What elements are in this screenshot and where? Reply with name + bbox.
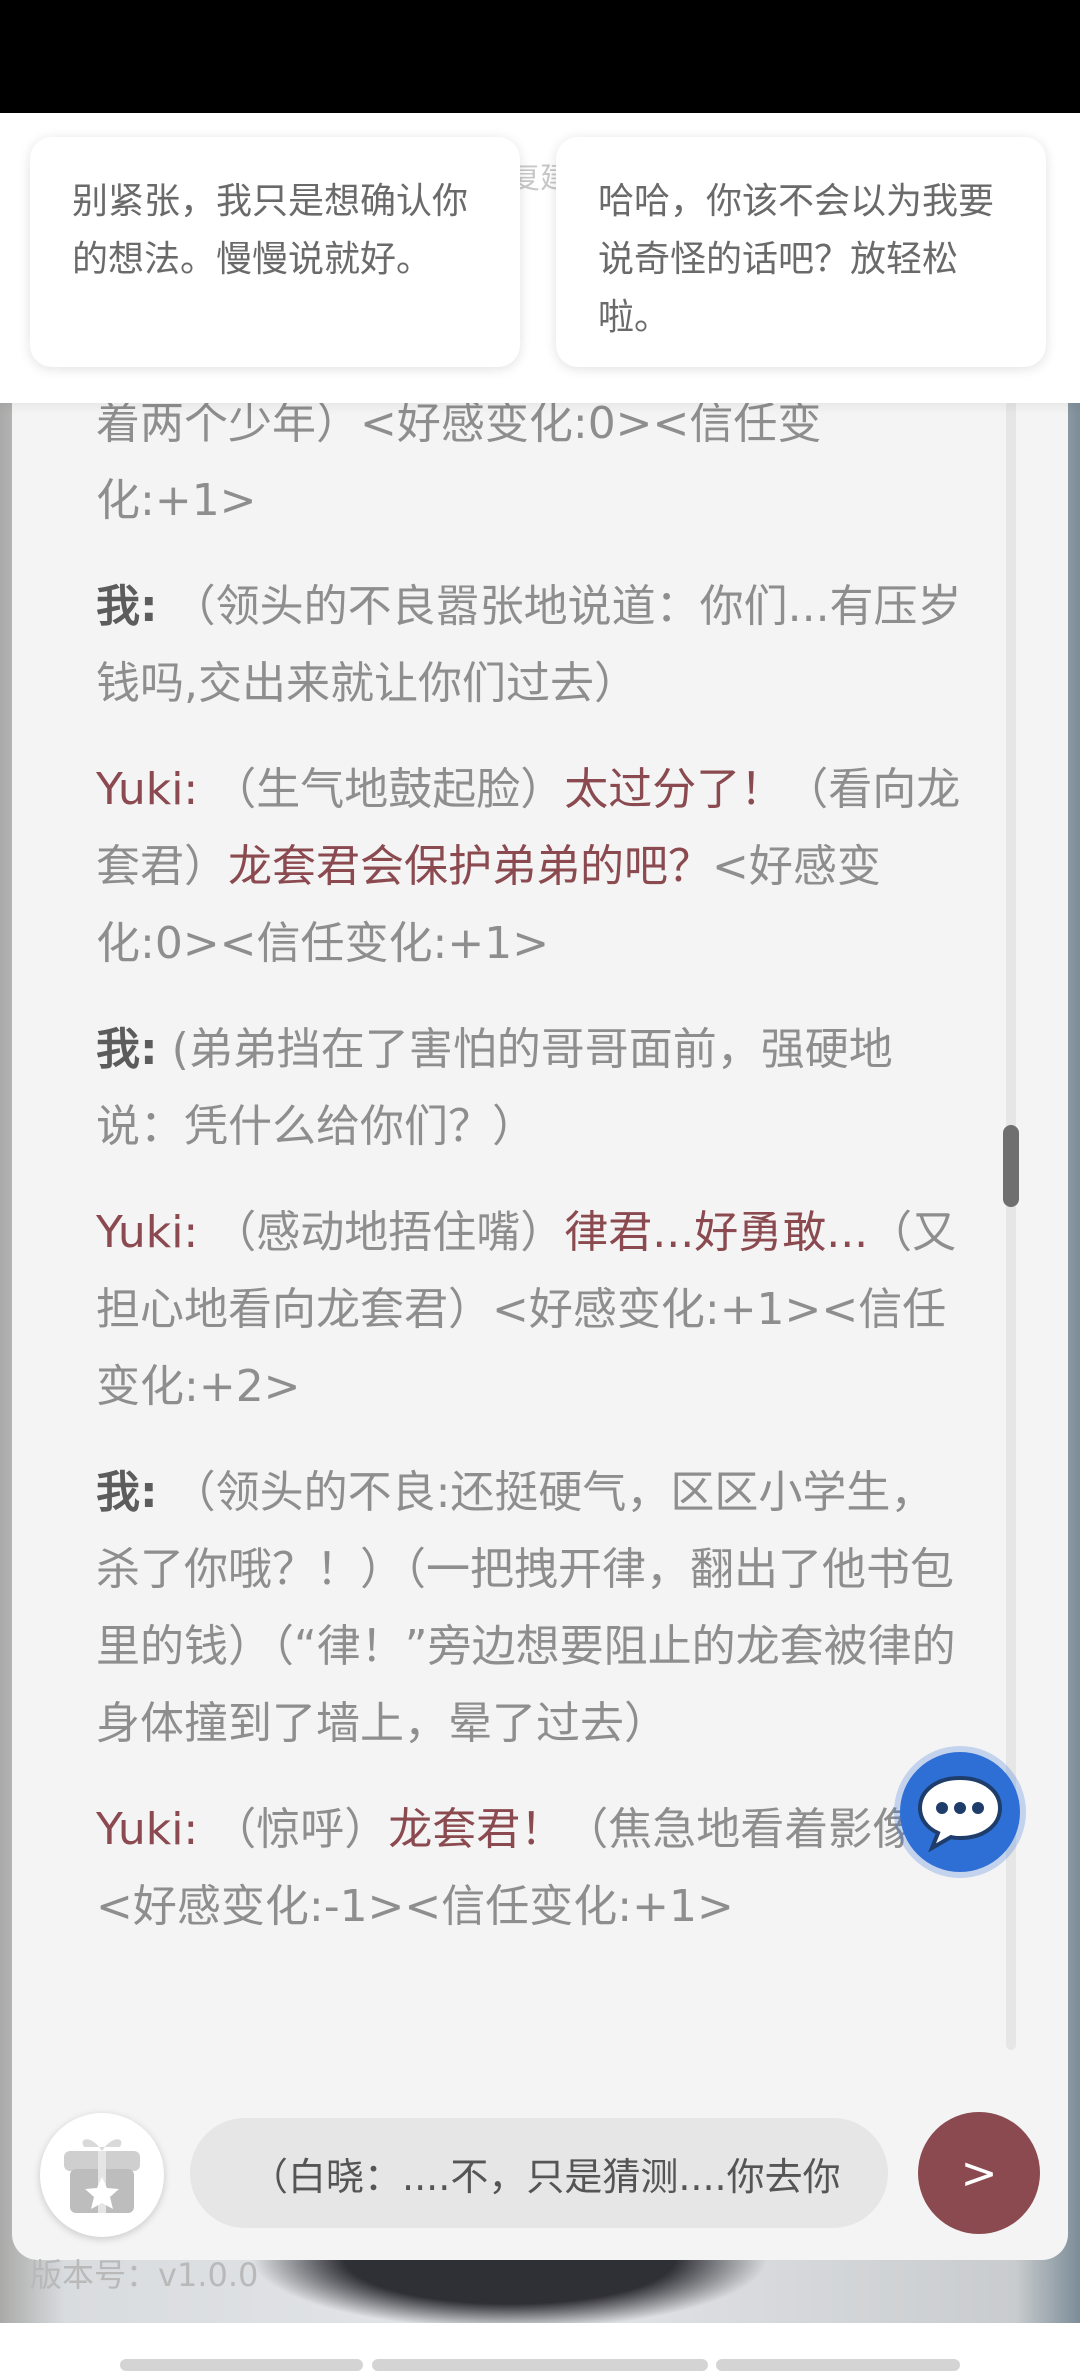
status-bar <box>0 0 1080 113</box>
suggestion-card[interactable]: 哈哈，你该不会以为我要说奇怪的话吧？放轻松啦。 <box>556 137 1046 367</box>
nav-segment <box>372 2359 708 2371</box>
speaker-label: 我: <box>96 1024 158 1075</box>
speaker-label: Yuki: <box>96 764 199 815</box>
chat-message: 我: （领头的不良:还挺硬气，区区小学生，杀了你哦？！）（一把拽开律，翻出了他书… <box>96 1454 966 1762</box>
message-input[interactable] <box>250 2151 848 2195</box>
speech-text: 太过分了！ <box>564 764 785 815</box>
send-button[interactable]: > <box>918 2112 1040 2234</box>
action-text: （生气地鼓起脸） <box>198 764 565 815</box>
chat-message: 我: （领头的不良嚣张地说道：你们...有压岁钱吗,交出来就让你们过去） <box>96 568 966 722</box>
gift-button[interactable] <box>40 2113 164 2237</box>
nav-segment <box>120 2359 363 2371</box>
chat-bubble-button[interactable] <box>900 1752 1020 1872</box>
message-text: 着两个少年）<好感变化:0><信任变化:+1> <box>96 398 822 526</box>
chat-message: Yuki: （生气地鼓起脸）太过分了！（看向龙套君）龙套君会保护弟弟的吧？<好感… <box>96 751 966 982</box>
message-input-container[interactable] <box>190 2118 888 2228</box>
nav-segment <box>716 2359 960 2371</box>
chat-message: 着两个少年）<好感变化:0><信任变化:+1> <box>96 385 966 539</box>
chat-message: Yuki: （惊呼）龙套君！（焦急地看着影像）<好感变化:-1><信任变化:+1… <box>96 1791 966 1945</box>
gift-icon <box>64 2139 140 2213</box>
action-text: （惊呼） <box>198 1804 389 1855</box>
speech-text: 龙套君会保护弟弟的吧？ <box>228 841 712 892</box>
navigation-bar <box>0 2323 1080 2376</box>
chat-message: Yuki: （感动地捂住嘴）律君...好勇敢...（又担心地看向龙套君）<好感变… <box>96 1194 966 1425</box>
suggestion-bar: 回复建议 别紧张，我只是想确认你的想法。慢慢说就好。 哈哈，你该不会以为我要说奇… <box>0 113 1080 403</box>
message-text: （领头的不良:还挺硬气，区区小学生，杀了你哦？！）（一把拽开律，翻出了他书包里的… <box>96 1467 956 1749</box>
message-text: (弟弟挡在了害怕的哥哥面前，强硬地说：凭什么给你们？） <box>96 1024 893 1152</box>
message-text: （领头的不良嚣张地说道：你们...有压岁钱吗,交出来就让你们过去） <box>96 581 962 709</box>
speech-text: 律君...好勇敢... <box>564 1207 869 1258</box>
speech-text: 龙套君！ <box>388 1804 565 1855</box>
chat-bubble-icon <box>917 1775 1003 1852</box>
speaker-label: Yuki: <box>96 1207 199 1258</box>
scrollbar-thumb[interactable] <box>1003 1125 1019 1207</box>
chat-log: 着两个少年）<好感变化:0><信任变化:+1> 我: （领头的不良嚣张地说道：你… <box>96 385 966 1974</box>
chat-message: 我: (弟弟挡在了害怕的哥哥面前，强硬地说：凭什么给你们？） <box>96 1011 966 1165</box>
version-label: 版本号：v1.0.0 <box>30 2256 259 2294</box>
speaker-label: Yuki: <box>96 1804 199 1855</box>
suggestion-card[interactable]: 别紧张，我只是想确认你的想法。慢慢说就好。 <box>30 137 520 367</box>
speaker-label: 我: <box>96 1467 158 1518</box>
action-text: （感动地捂住嘴） <box>198 1207 565 1258</box>
send-icon: > <box>960 2147 998 2199</box>
speaker-label: 我: <box>96 581 158 632</box>
